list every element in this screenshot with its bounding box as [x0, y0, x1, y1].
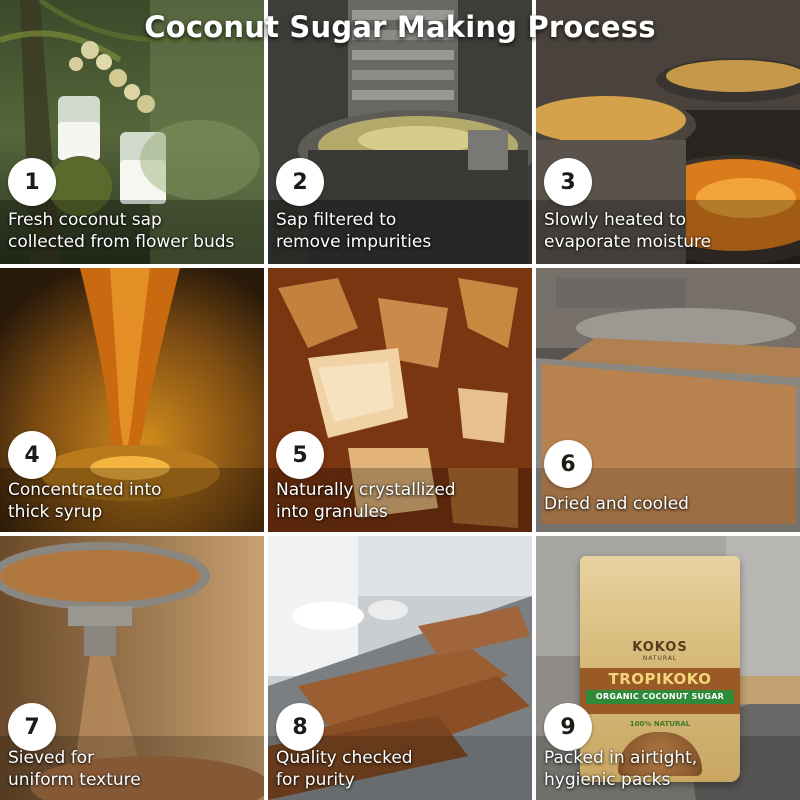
step-4-caption: Concentrated into thick syrup [8, 479, 260, 523]
step-4-caption-line-1: Concentrated into [8, 480, 162, 500]
step-7-caption-line-2: uniform texture [8, 770, 141, 790]
package-product-name: TROPIKOKO [608, 670, 712, 688]
package-brand-sub: NATURAL [642, 655, 678, 662]
step-6-number: 6 [544, 440, 592, 488]
step-2-number: 2 [276, 158, 324, 206]
step-8-panel: 8 Quality checked for purity [268, 536, 532, 800]
step-9-panel: KOKOS NATURAL TROPIKOKO ORGANIC COCONUT … [536, 536, 800, 800]
package-brand: KOKOS [632, 640, 688, 655]
step-1-caption-line-2: collected from flower buds [8, 232, 235, 252]
step-3-caption: Slowly heated to evaporate moisture [544, 209, 796, 253]
step-8-number: 8 [276, 703, 324, 751]
step-9-caption-line-2: hygienic packs [544, 770, 671, 790]
step-4-number: 4 [8, 431, 56, 479]
package-claim: 100% NATURAL [629, 720, 691, 728]
step-9-caption-line-1: Packed in airtight, [544, 748, 698, 768]
step-7-caption: Sieved for uniform texture [8, 747, 260, 791]
step-5-caption-line-1: Naturally crystallized [276, 480, 456, 500]
step-5-number: 5 [276, 431, 324, 479]
step-8-caption-line-1: Quality checked [276, 748, 413, 768]
step-9-caption: Packed in airtight, hygienic packs [544, 747, 796, 791]
step-5-caption-line-2: into granules [276, 502, 388, 522]
step-3-number: 3 [544, 158, 592, 206]
step-7-panel: 7 Sieved for uniform texture [0, 536, 264, 800]
step-3-caption-line-2: evaporate moisture [544, 232, 712, 252]
step-1-caption: Fresh coconut sap collected from flower … [8, 209, 260, 253]
step-5-panel: 5 Naturally crystallized into granules [268, 268, 532, 532]
step-3-caption-line-1: Slowly heated to [544, 210, 687, 230]
step-6-caption-line-1: Dried and cooled [544, 494, 689, 514]
step-4-caption-line-2: thick syrup [8, 502, 103, 522]
step-5-caption: Naturally crystallized into granules [276, 479, 528, 523]
step-7-caption-line-1: Sieved for [8, 748, 95, 768]
step-1-number: 1 [8, 158, 56, 206]
page-title: Coconut Sugar Making Process [144, 10, 656, 44]
step-2-caption: Sap filtered to remove impurities [276, 209, 528, 253]
step-6-caption: Dried and cooled [544, 493, 796, 515]
step-6-panel: 6 Dried and cooled [536, 268, 800, 532]
step-2-caption-line-2: remove impurities [276, 232, 432, 252]
step-9-number: 9 [544, 703, 592, 751]
step-7-number: 7 [8, 703, 56, 751]
step-8-caption: Quality checked for purity [276, 747, 528, 791]
step-8-caption-line-2: for purity [276, 770, 355, 790]
step-2-caption-line-1: Sap filtered to [276, 210, 397, 230]
step-1-caption-line-1: Fresh coconut sap [8, 210, 162, 230]
package-product-kind: ORGANIC COCONUT SUGAR [586, 690, 734, 704]
process-grid: 1 Fresh coconut sap collected from flowe… [0, 0, 800, 800]
step-4-panel: 4 Concentrated into thick syrup [0, 268, 264, 532]
